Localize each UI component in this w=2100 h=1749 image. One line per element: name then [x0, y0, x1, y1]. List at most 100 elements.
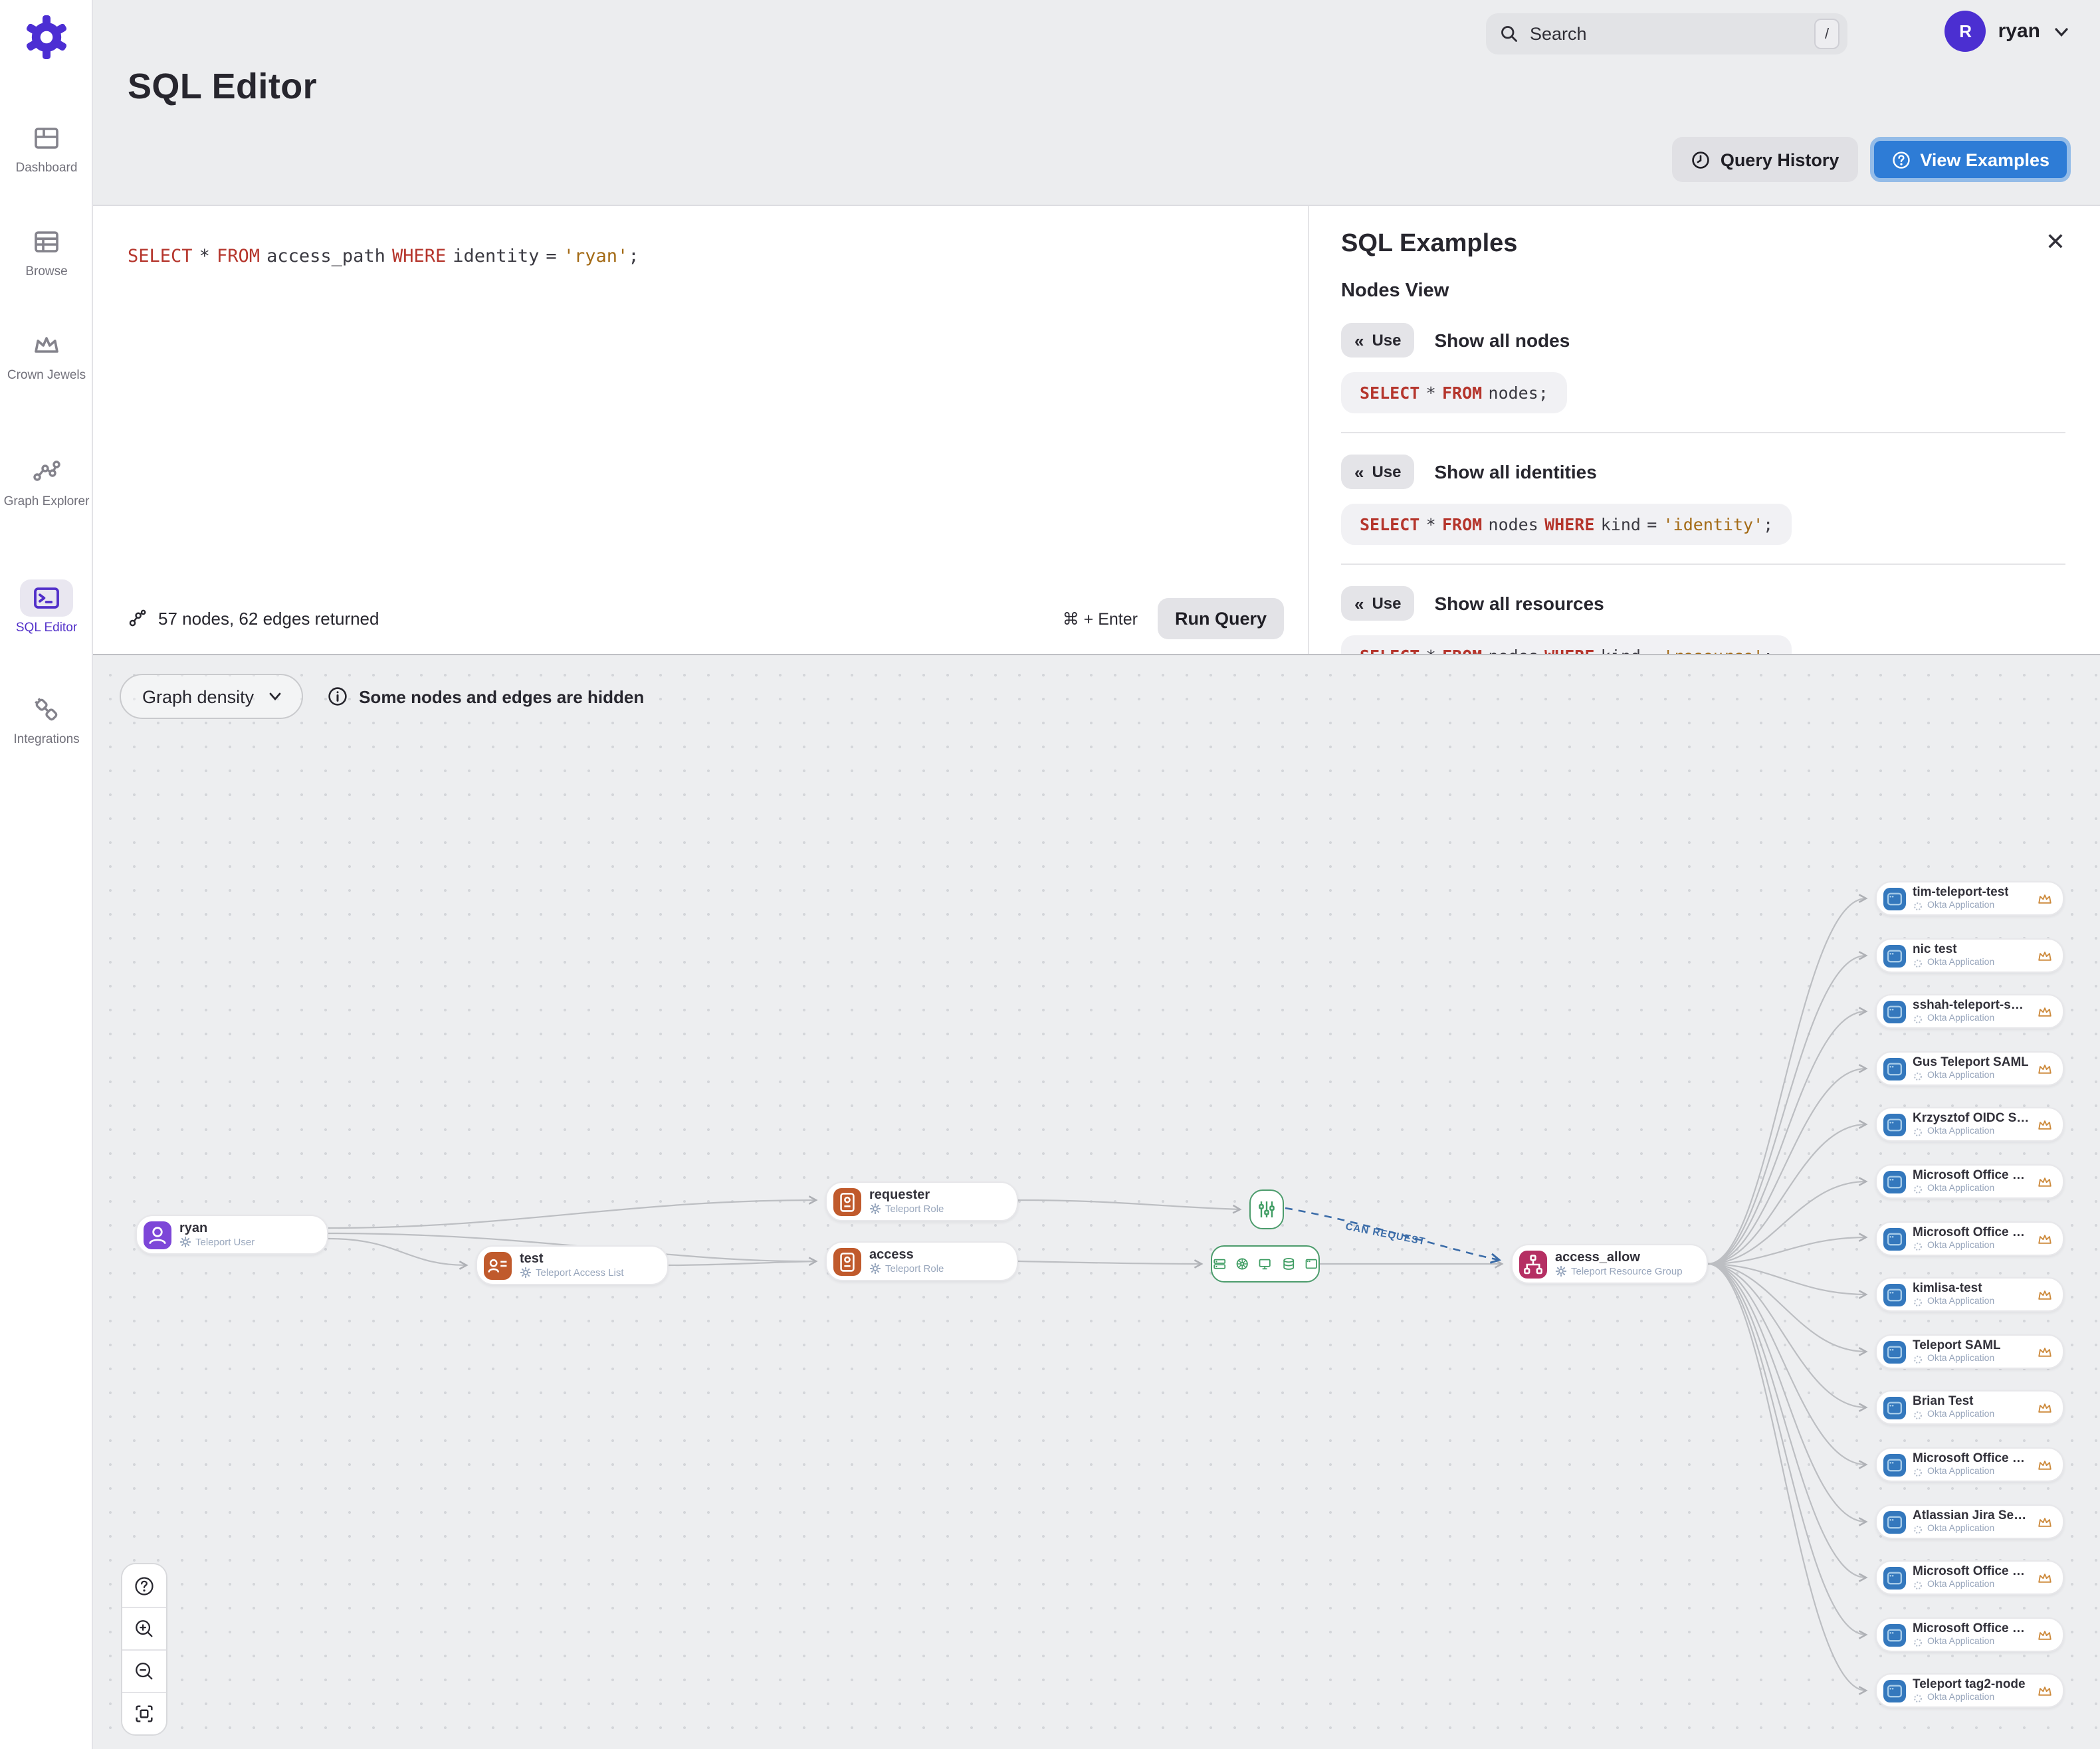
sidebar-item-label: Graph Explorer [3, 494, 90, 509]
graph-node-okta-app[interactable]: nic test Okta Application [1875, 938, 2064, 973]
search-icon [1501, 26, 1517, 42]
zoom-in-button[interactable] [122, 1607, 166, 1649]
spinner-icon [1913, 1354, 1923, 1364]
search-shortcut-key: / [1814, 19, 1839, 49]
spinner-icon [1913, 900, 1923, 911]
window-app-icon [1883, 1453, 1906, 1476]
graph-node-okta-app[interactable]: kimlisa-test Okta Application [1875, 1277, 2064, 1312]
sidebar-item-label: Dashboard [15, 161, 78, 175]
crown-jewel-icon[interactable] [2036, 1626, 2053, 1643]
sidebar-item-graph-explorer[interactable]: Graph Explorer [0, 453, 93, 509]
info-icon [328, 687, 347, 706]
spinner-icon [1913, 1693, 1923, 1703]
sql-query-input[interactable]: SELECT * FROM access_path WHERE identity ='rya… [93, 206, 1308, 267]
sidebar-item-integrations[interactable]: Integrations [0, 691, 93, 747]
graph-node-okta-app[interactable]: tim-teleport-test Okta Application [1875, 881, 2064, 916]
sidebar-item-browse[interactable]: Browse [0, 223, 93, 279]
run-shortcut-hint: ⌘ + Enter [1062, 609, 1138, 628]
crown-jewel-icon[interactable] [2036, 1060, 2053, 1077]
window-app-icon [1883, 1623, 1906, 1646]
graph-node-ryan[interactable]: ryan Teleport User [136, 1215, 328, 1255]
graph-node-okta-app[interactable]: Microsoft Office 365 Okta Application [1875, 1560, 2064, 1595]
spinner-icon [1913, 1580, 1923, 1590]
user-menu[interactable]: R ryan [1944, 11, 2071, 52]
crown-jewel-icon[interactable] [2036, 1682, 2053, 1699]
crown-jewel-icon[interactable] [2036, 1116, 2053, 1133]
desktop-icon [1259, 1259, 1271, 1270]
use-example-button[interactable]: «Use [1341, 586, 1415, 621]
chevron-down-icon [2055, 27, 2068, 37]
window-app-icon [1883, 1396, 1906, 1419]
window-app-icon [1883, 1566, 1906, 1589]
window-app-icon [1883, 1113, 1906, 1136]
crown-jewel-icon[interactable] [2036, 1569, 2053, 1586]
graph-node-access-allow[interactable]: access_allow Teleport Resource Group [1511, 1244, 1708, 1284]
sidebar-item-crown-jewels[interactable]: Crown Jewels [0, 327, 93, 383]
graph-node-okta-app[interactable]: Microsoft Office 365 Okta Application [1875, 1164, 2064, 1199]
graph-node-okta-app[interactable]: sshah-teleport-saml-idp... Okta Applicat… [1875, 994, 2064, 1029]
help-button[interactable] [122, 1564, 166, 1607]
view-examples-label: View Examples [1920, 150, 2049, 169]
sql-examples-panel: SQL Examples ✕ Nodes View «Use Show all … [1309, 206, 2100, 654]
examples-title: SQL Examples [1341, 230, 1518, 258]
zoom-out-button[interactable] [122, 1649, 166, 1692]
access-list-icon [484, 1251, 512, 1279]
run-query-button[interactable]: Run Query [1157, 597, 1284, 639]
query-history-label: Query History [1720, 150, 1839, 169]
spinner-icon [1913, 1637, 1923, 1647]
graph-node-okta-app[interactable]: Teleport tag2-node Okta Application [1875, 1673, 2064, 1708]
result-status: 57 nodes, 62 edges returned [128, 608, 379, 628]
crown-jewel-icon[interactable] [2036, 1286, 2053, 1303]
gear-icon [869, 1203, 881, 1215]
graph-density-select[interactable]: Graph density [120, 674, 304, 719]
sidebar-item-label: Browse [25, 264, 68, 279]
terminal-icon [20, 579, 73, 617]
app-logo-gear-icon[interactable] [23, 13, 70, 61]
example-label: Show all nodes [1434, 330, 1570, 351]
crown-jewel-icon[interactable] [2036, 1173, 2053, 1190]
sidebar-item-sql-editor[interactable]: SQL Editor [0, 579, 93, 635]
use-example-button[interactable]: «Use [1341, 455, 1415, 489]
query-history-button[interactable]: Query History [1672, 137, 1858, 182]
graph-node-okta-app[interactable]: Krzysztof OIDC SSO App Okta Application [1875, 1107, 2064, 1142]
graph-node-okta-app[interactable]: Brian Test Okta Application [1875, 1390, 2064, 1425]
use-example-button[interactable]: «Use [1341, 323, 1415, 358]
graph-canvas[interactable]: Graph density Some nodes and edges are h… [93, 655, 2100, 1749]
search-input[interactable]: Search / [1486, 13, 1847, 54]
graph-node-okta-app[interactable]: Gus Teleport SAML Okta Application [1875, 1051, 2064, 1086]
sql-keyword: SELECT [128, 246, 193, 267]
graph-edges: CAN REQUEST [328, 894, 1868, 1695]
crown-jewel-icon[interactable] [2036, 890, 2053, 907]
graph-node-filters[interactable] [1249, 1189, 1284, 1229]
examples-section-title: Nodes View [1341, 280, 1449, 302]
graph-density-label: Graph density [142, 686, 255, 706]
spinner-icon [1913, 1183, 1923, 1194]
graph-node-okta-app[interactable]: Microsoft Office 365 Okta Application [1875, 1447, 2064, 1482]
graph-node-access[interactable]: access Teleport Role [825, 1241, 1018, 1281]
example-code: SELECT * FROM nodes; [1341, 372, 1567, 413]
crown-jewel-icon[interactable] [2036, 1343, 2053, 1360]
sidebar-item-dashboard[interactable]: Dashboard [0, 120, 93, 175]
crown-jewel-icon[interactable] [2036, 947, 2053, 964]
graph-node-okta-app[interactable]: Atlassian Jira Server Okta Application [1875, 1504, 2064, 1539]
spinner-icon [1913, 1126, 1923, 1137]
crown-jewel-icon[interactable] [2036, 1456, 2053, 1473]
view-examples-button[interactable]: View Examples [1869, 137, 2071, 182]
spinner-icon [1913, 1409, 1923, 1420]
window-app-icon [1883, 1283, 1906, 1306]
fit-view-button[interactable] [122, 1692, 166, 1734]
graph-node-test[interactable]: test Teleport Access List [476, 1245, 669, 1285]
role-badge-icon [833, 1247, 861, 1275]
crown-jewel-icon[interactable] [2036, 1399, 2053, 1416]
close-icon[interactable]: ✕ [2046, 230, 2065, 254]
graph-explorer-icon [20, 453, 73, 490]
graph-node-okta-app[interactable]: Microsoft Office 365 Okta Application [1875, 1617, 2064, 1652]
crown-jewel-icon[interactable] [2036, 1230, 2053, 1247]
edge-label-can-request: CAN REQUEST [1344, 1221, 1426, 1247]
graph-node-resource-kinds[interactable] [1211, 1245, 1320, 1283]
crown-jewel-icon[interactable] [2036, 1003, 2053, 1020]
graph-node-requester[interactable]: requester Teleport Role [825, 1182, 1018, 1221]
graph-node-okta-app[interactable]: Microsoft Office 365 Okta Application [1875, 1221, 2064, 1256]
graph-node-okta-app[interactable]: Teleport SAML Okta Application [1875, 1334, 2064, 1369]
crown-jewel-icon[interactable] [2036, 1513, 2053, 1530]
